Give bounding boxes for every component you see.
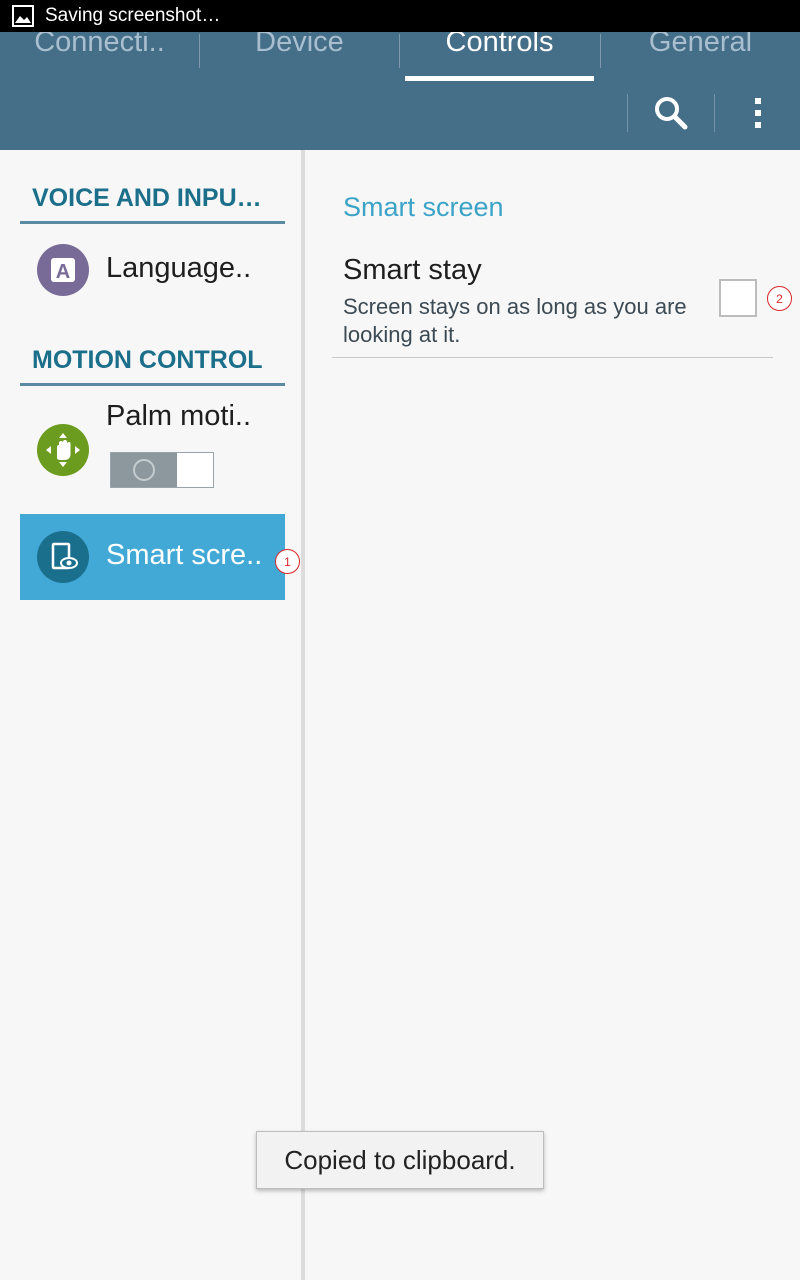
status-text: Saving screenshot… — [45, 5, 221, 26]
language-icon: A — [37, 244, 89, 296]
toggle-knob — [133, 459, 155, 481]
section-header-smart-screen: Smart screen — [343, 192, 504, 222]
section-header-voice-input: VOICE AND INPU… — [20, 180, 285, 224]
palm-motion-icon — [37, 424, 89, 476]
smart-stay-checkbox[interactable] — [719, 279, 757, 317]
palm-motion-toggle[interactable] — [110, 452, 214, 488]
more-vert-icon — [755, 98, 761, 128]
search-button[interactable] — [648, 92, 694, 134]
toast-message: Copied to clipboard. — [256, 1131, 544, 1189]
action-separator — [714, 94, 715, 132]
overflow-menu-button[interactable] — [738, 92, 778, 134]
nav-label-smart-screen: Smart scre.. — [106, 539, 263, 571]
nav-item-smart-screen[interactable]: Smart scre.. — [20, 514, 285, 600]
nav-label-language: Language.. — [106, 252, 252, 284]
smart-stay-summary: Screen stays on as long as you are looki… — [343, 294, 687, 347]
nav-label-palm-motion: Palm moti.. — [106, 400, 252, 432]
svg-text:A: A — [56, 261, 70, 283]
action-separator — [627, 94, 628, 132]
smart-screen-icon — [37, 531, 89, 583]
smart-stay-title[interactable]: Smart stay — [343, 254, 482, 287]
tab-indicator — [405, 76, 594, 81]
image-icon — [12, 5, 34, 27]
list-divider — [332, 357, 773, 358]
category-pane — [0, 150, 301, 1280]
status-bar: Saving screenshot… — [0, 0, 800, 32]
toggle-track — [111, 453, 177, 487]
annotation-badge-1: 1 — [275, 549, 300, 574]
nav-item-language[interactable]: A Language.. — [20, 226, 285, 314]
search-icon — [655, 97, 688, 130]
pane-divider[interactable] — [301, 150, 305, 1280]
section-header-motion-control: MOTION CONTROL — [20, 342, 285, 386]
annotation-badge-2: 2 — [767, 286, 792, 311]
tab-separator — [399, 34, 400, 68]
